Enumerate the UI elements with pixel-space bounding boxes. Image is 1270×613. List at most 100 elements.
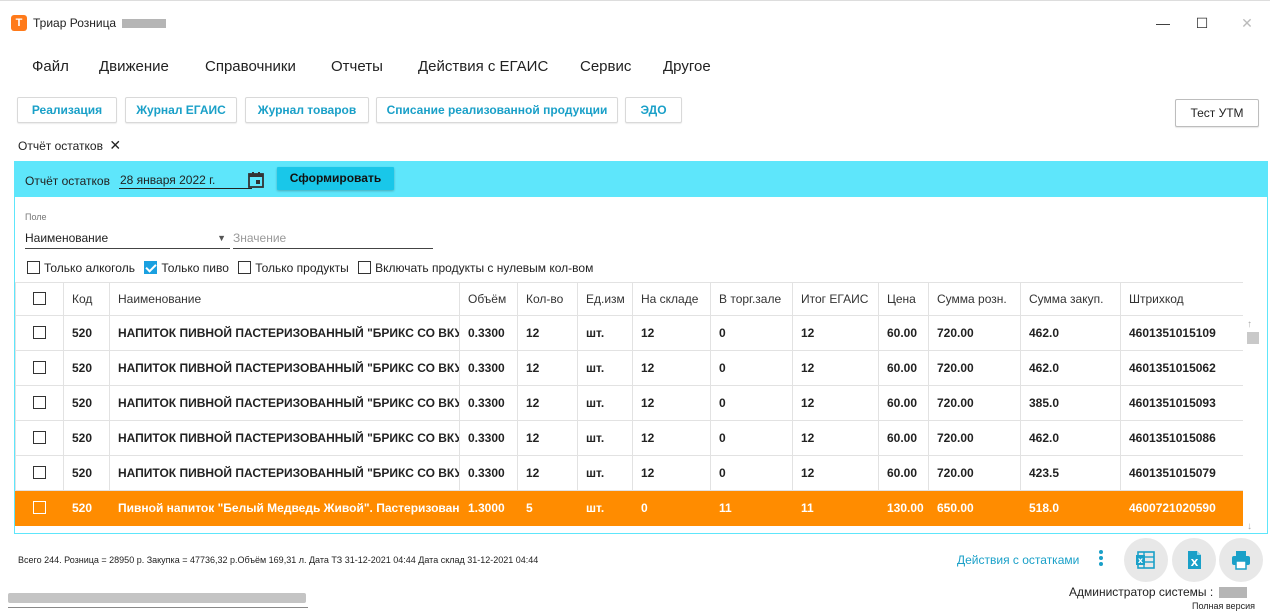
filter-include-zero[interactable]: Включать продукты с нулевым кол-вом <box>358 261 593 275</box>
checkbox[interactable] <box>33 292 46 305</box>
scroll-up-icon[interactable]: ↑ <box>1247 319 1252 330</box>
menu-bar: Файл Движение Справочники Отчеты Действи… <box>0 58 1270 86</box>
checkbox[interactable] <box>33 501 46 514</box>
menu-service[interactable]: Сервис <box>580 58 631 75</box>
scroll-thumb[interactable] <box>1247 332 1259 344</box>
col-retail[interactable]: Сумма розн. <box>928 282 1021 316</box>
col-stock[interactable]: На складе <box>632 282 711 316</box>
cell-price: 130.00 <box>878 490 929 526</box>
doc-tab-stock-report[interactable]: Отчёт остатков ✕ <box>18 137 121 154</box>
filter-only-alcohol[interactable]: Только алкоголь <box>27 261 135 275</box>
col-purchase[interactable]: Сумма закуп. <box>1020 282 1121 316</box>
checkbox[interactable] <box>358 261 372 274</box>
table-row[interactable]: 520 НАПИТОК ПИВНОЙ ПАСТЕРИЗОВАННЫЙ "БРИКС… <box>15 385 1243 421</box>
menu-other[interactable]: Другое <box>663 58 711 75</box>
checkbox[interactable] <box>33 396 46 409</box>
cell-stock: 12 <box>632 350 711 386</box>
menu-file[interactable]: Файл <box>32 58 69 75</box>
cell-price: 60.00 <box>878 350 929 386</box>
checkbox[interactable] <box>33 466 46 479</box>
cell-egais: 12 <box>792 420 879 456</box>
filter-only-products[interactable]: Только продукты <box>238 261 349 275</box>
export-excel-button[interactable]: x <box>1124 538 1168 582</box>
col-code[interactable]: Код <box>63 282 110 316</box>
test-utm-button[interactable]: Тест УТМ <box>1175 99 1259 127</box>
stock-actions-link[interactable]: Действия с остатками <box>957 553 1079 567</box>
menu-reports[interactable]: Отчеты <box>331 58 383 75</box>
cell-hall: 0 <box>710 315 793 351</box>
calendar-icon[interactable] <box>247 171 265 189</box>
export-xls-button[interactable]: X <box>1172 538 1216 582</box>
cell-price: 60.00 <box>878 385 929 421</box>
row-checkbox-cell[interactable] <box>15 420 64 456</box>
quick-button-write-off[interactable]: Списание реализованной продукции <box>376 97 618 123</box>
kebab-menu-icon[interactable] <box>1097 549 1105 567</box>
cell-volume: 0.3300 <box>459 315 518 351</box>
cell-barcode: 4601351015079 <box>1120 455 1243 491</box>
quick-button-egais-journal[interactable]: Журнал ЕГАИС <box>125 97 237 123</box>
checkbox[interactable] <box>33 361 46 374</box>
checkbox[interactable] <box>27 261 40 274</box>
maximize-button[interactable]: ☐ <box>1187 11 1217 35</box>
checkbox-checked[interactable] <box>144 261 158 274</box>
row-checkbox-cell[interactable] <box>15 385 64 421</box>
cell-price: 60.00 <box>878 315 929 351</box>
scroll-down-icon[interactable]: ↓ <box>1247 521 1252 532</box>
report-date-field[interactable]: 28 января 2022 г. <box>119 173 252 189</box>
print-button[interactable] <box>1219 538 1263 582</box>
report-label: Отчёт остатков <box>25 174 110 188</box>
cell-hall: 0 <box>710 385 793 421</box>
value-input[interactable]: Значение <box>233 231 433 249</box>
cell-stock: 12 <box>632 455 711 491</box>
col-egais[interactable]: Итог ЕГАИС <box>792 282 879 316</box>
cell-qty: 12 <box>517 420 578 456</box>
quick-button-edo[interactable]: ЭДО <box>625 97 682 123</box>
menu-references[interactable]: Справочники <box>205 58 296 75</box>
table-row[interactable]: 520 НАПИТОК ПИВНОЙ ПАСТЕРИЗОВАННЫЙ "БРИКС… <box>15 315 1243 351</box>
excel-x-icon: X <box>1188 551 1201 569</box>
cell-hall: 0 <box>710 420 793 456</box>
menu-egais-actions[interactable]: Действия с ЕГАИС <box>418 58 548 75</box>
cell-purchase: 423.5 <box>1020 455 1121 491</box>
field-select[interactable]: Наименование ▼ <box>25 231 230 249</box>
minimize-button[interactable]: — <box>1148 11 1178 35</box>
close-tab-icon[interactable]: ✕ <box>109 137 121 153</box>
col-hall[interactable]: В торг.зале <box>710 282 793 316</box>
select-all-checkbox[interactable] <box>15 282 64 316</box>
cell-retail: 720.00 <box>928 350 1021 386</box>
col-price[interactable]: Цена <box>878 282 929 316</box>
cell-price: 60.00 <box>878 420 929 456</box>
filter-only-beer[interactable]: Только пиво <box>144 261 229 275</box>
cell-price: 60.00 <box>878 455 929 491</box>
cell-unit: шт. <box>577 455 633 491</box>
row-checkbox-cell[interactable] <box>15 315 64 351</box>
row-checkbox-cell[interactable] <box>15 350 64 386</box>
close-window-button[interactable]: ✕ <box>1232 11 1262 35</box>
window-title: Триар Розница <box>33 16 167 30</box>
quick-button-sales[interactable]: Реализация <box>17 97 117 123</box>
form-report-button[interactable]: Сформировать <box>277 167 394 190</box>
row-checkbox-cell[interactable] <box>15 455 64 491</box>
col-qty[interactable]: Кол-во <box>517 282 578 316</box>
row-checkbox-cell[interactable] <box>15 490 64 526</box>
checkbox[interactable] <box>33 431 46 444</box>
filter-label: Включать продукты с нулевым кол-вом <box>375 261 594 275</box>
table-row[interactable]: 520 НАПИТОК ПИВНОЙ ПАСТЕРИЗОВАННЫЙ "БРИКС… <box>15 350 1243 386</box>
col-volume[interactable]: Объём <box>459 282 518 316</box>
col-name[interactable]: Наименование <box>109 282 460 316</box>
col-unit[interactable]: Ед.изм <box>577 282 633 316</box>
checkbox[interactable] <box>33 326 46 339</box>
doc-tab-label: Отчёт остатков <box>18 139 103 153</box>
cell-name: НАПИТОК ПИВНОЙ ПАСТЕРИЗОВАННЫЙ "БРИКС СО… <box>109 350 460 386</box>
table-row[interactable]: 520 НАПИТОК ПИВНОЙ ПАСТЕРИЗОВАННЫЙ "БРИКС… <box>15 420 1243 456</box>
cell-unit: шт. <box>577 490 633 526</box>
quick-button-goods-journal[interactable]: Журнал товаров <box>245 97 369 123</box>
col-barcode[interactable]: Штрихкод <box>1120 282 1243 316</box>
checkbox[interactable] <box>238 261 252 274</box>
menu-movement[interactable]: Движение <box>99 58 169 75</box>
table-scrollbar[interactable]: ↑ ↓ <box>1244 315 1261 534</box>
printer-icon <box>1232 551 1250 570</box>
table-row[interactable]: 520 Пивной напиток "Белый Медведь Живой".… <box>15 490 1243 526</box>
table-row[interactable]: 520 НАПИТОК ПИВНОЙ ПАСТЕРИЗОВАННЫЙ "БРИКС… <box>15 455 1243 491</box>
cell-unit: шт. <box>577 420 633 456</box>
